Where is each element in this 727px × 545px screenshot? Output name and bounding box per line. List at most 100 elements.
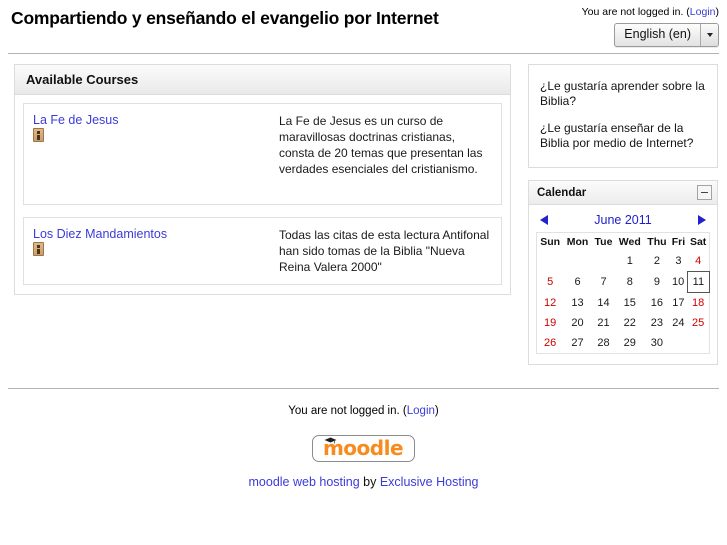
calendar-day[interactable]: 27 — [563, 333, 591, 354]
calendar-day[interactable]: 18 — [687, 293, 709, 314]
calendar-empty-cell — [592, 251, 616, 272]
calendar-day[interactable]: 4 — [687, 251, 709, 272]
arrow-left-icon[interactable] — [540, 215, 548, 225]
footer-hosting-credit: moodle web hosting by Exclusive Hosting — [0, 475, 727, 489]
language-select-value: English (en) — [624, 27, 691, 41]
course-info: La Fe de Jesus — [33, 112, 279, 142]
calendar-empty-cell — [687, 333, 709, 354]
available-courses-list: La Fe de Jesus La Fe de Jesus es un curs… — [15, 95, 510, 294]
course-summary: La Fe de Jesus es un curso de maravillos… — [279, 114, 483, 176]
site-footer: You are not logged in. (Login) moodle mo… — [0, 389, 727, 489]
calendar-weekday-header: Fri — [671, 236, 686, 248]
calendar-day[interactable]: 8 — [615, 272, 644, 293]
footer-login-status-text: You are not logged in. — [288, 405, 400, 417]
summary-info-icon[interactable] — [33, 242, 44, 256]
moodle-logo-wrap: moodle — [0, 435, 727, 462]
moodle-web-hosting-link[interactable]: moodle web hosting — [249, 475, 360, 489]
calendar-day[interactable]: 24 — [670, 313, 688, 333]
calendar-day[interactable]: 10 — [670, 272, 688, 293]
course-name-link[interactable]: Los Diez Mandamientos — [33, 227, 279, 241]
calendar-day[interactable]: 17 — [670, 293, 688, 314]
calendar-day[interactable]: 20 — [563, 313, 591, 333]
course-icon-row — [33, 128, 279, 142]
calendar-day[interactable]: 16 — [644, 293, 669, 314]
course-icon-row — [33, 242, 279, 256]
course-item[interactable]: Los Diez Mandamientos Todas las citas de… — [23, 217, 502, 285]
promo-block-content: ¿Le gustaría aprender sobre la Biblia? ¿… — [529, 65, 717, 167]
calendar-weekday-header: Sun — [540, 236, 561, 248]
calendar-day[interactable]: 22 — [615, 313, 644, 333]
footer-login-info: You are not logged in. (Login) — [0, 405, 727, 417]
header-login-info: You are not logged in. (Login) — [582, 6, 719, 18]
language-select[interactable]: English (en) — [614, 23, 719, 47]
calendar-empty-cell — [563, 251, 591, 272]
calendar-body: 1 2 3 4 5 6 7 8 9 10 11 12 13 14 15 16 17 18 19 20 21 22 23 24 2… — [537, 251, 711, 354]
course-summary: Todas las citas de esta lectura Antifona… — [279, 228, 490, 274]
calendar-day[interactable]: 23 — [644, 313, 669, 333]
header-login-close-paren: ) — [715, 6, 720, 18]
chevron-down-icon[interactable] — [700, 24, 718, 46]
calendar-day[interactable]: 2 — [644, 251, 669, 272]
calendar-week-row: 12 13 14 15 16 17 18 — [537, 293, 710, 314]
calendar-empty-cell — [670, 333, 688, 354]
arrow-right-icon[interactable] — [698, 215, 706, 225]
promo-line-1: ¿Le gustaría aprender sobre la Biblia? — [540, 79, 705, 108]
calendar-day[interactable]: 12 — [537, 293, 564, 314]
calendar-week-row: 26 27 28 29 30 — [537, 333, 710, 354]
moodle-logo-link[interactable]: moodle — [311, 435, 416, 462]
calendar-week-row: 5 6 7 8 9 10 11 — [537, 271, 711, 293]
calendar-month-label[interactable]: June 2011 — [594, 213, 651, 227]
calendar-weekday-header-row: Sun Mon Tue Wed Thu Fri Sat — [537, 233, 710, 252]
promo-line-2: ¿Le gustaría enseñar de la Biblia por me… — [540, 121, 694, 150]
calendar-week-row: 19 20 21 22 23 24 25 — [537, 313, 710, 333]
calendar-block-header: Calendar — [529, 181, 717, 205]
header-login-link[interactable]: Login — [690, 6, 716, 18]
calendar-day[interactable]: 6 — [563, 272, 591, 293]
header-login-status-text: You are not logged in. — [581, 6, 684, 18]
calendar-day[interactable]: 19 — [537, 313, 564, 333]
calendar-weekday-header: Wed — [618, 236, 641, 248]
main-content-region: Available Courses La Fe de Jesus La Fe d… — [14, 64, 511, 295]
calendar-day[interactable]: 14 — [592, 293, 616, 314]
calendar-day[interactable]: 29 — [615, 333, 644, 354]
calendar-block-body: June 2011 Sun Mon Tue Wed Thu Fri Sat 1 … — [529, 205, 717, 364]
calendar-weekday-header: Mon — [566, 236, 589, 248]
exclusive-hosting-link[interactable]: Exclusive Hosting — [380, 475, 479, 489]
calendar-weekday-header: Thu — [647, 236, 667, 248]
calendar-day[interactable]: 5 — [537, 272, 564, 293]
calendar-day[interactable]: 9 — [644, 272, 669, 293]
course-item[interactable]: La Fe de Jesus La Fe de Jesus es un curs… — [23, 103, 502, 205]
calendar-day[interactable]: 30 — [644, 333, 669, 354]
calendar-day[interactable]: 25 — [687, 313, 709, 333]
calendar-day-today[interactable]: 11 — [686, 271, 711, 293]
graduation-cap-icon — [324, 437, 337, 444]
calendar-day[interactable]: 21 — [592, 313, 616, 333]
calendar-week-row: 1234 — [537, 251, 710, 272]
header-user-area: You are not logged in. (Login) English (… — [582, 6, 719, 47]
available-courses-box: Available Courses La Fe de Jesus La Fe d… — [14, 64, 511, 295]
promo-block: ¿Le gustaría aprender sobre la Biblia? ¿… — [528, 64, 718, 168]
site-header: Compartiendo y enseñando el evangelio po… — [0, 0, 727, 53]
sidebar-region: ¿Le gustaría aprender sobre la Biblia? ¿… — [528, 64, 718, 377]
available-courses-heading: Available Courses — [15, 65, 510, 95]
calendar-day[interactable]: 28 — [592, 333, 616, 354]
page-body: Available Courses La Fe de Jesus La Fe d… — [0, 54, 727, 388]
minimize-icon[interactable] — [697, 185, 712, 200]
footer-login-link[interactable]: Login — [407, 405, 435, 417]
course-info: Los Diez Mandamientos — [33, 226, 279, 256]
footer-hosting-by: by — [359, 475, 380, 489]
calendar-day[interactable]: 13 — [563, 293, 591, 314]
page-title: Compartiendo y enseñando el evangelio po… — [11, 8, 439, 28]
calendar-day[interactable]: 15 — [615, 293, 644, 314]
calendar-nav: June 2011 — [536, 211, 710, 232]
calendar-day[interactable]: 3 — [670, 251, 688, 272]
calendar-weekday-header: Sat — [689, 236, 707, 248]
calendar-empty-cell — [537, 251, 564, 272]
calendar-weekday-header: Tue — [594, 236, 613, 248]
calendar-day[interactable]: 1 — [615, 251, 644, 272]
calendar-day[interactable]: 26 — [537, 333, 564, 354]
summary-info-icon[interactable] — [33, 128, 44, 142]
course-name-link[interactable]: La Fe de Jesus — [33, 113, 279, 127]
calendar-day[interactable]: 7 — [592, 272, 616, 293]
calendar-block: Calendar June 2011 Sun Mon Tue Wed Thu F… — [528, 180, 718, 365]
